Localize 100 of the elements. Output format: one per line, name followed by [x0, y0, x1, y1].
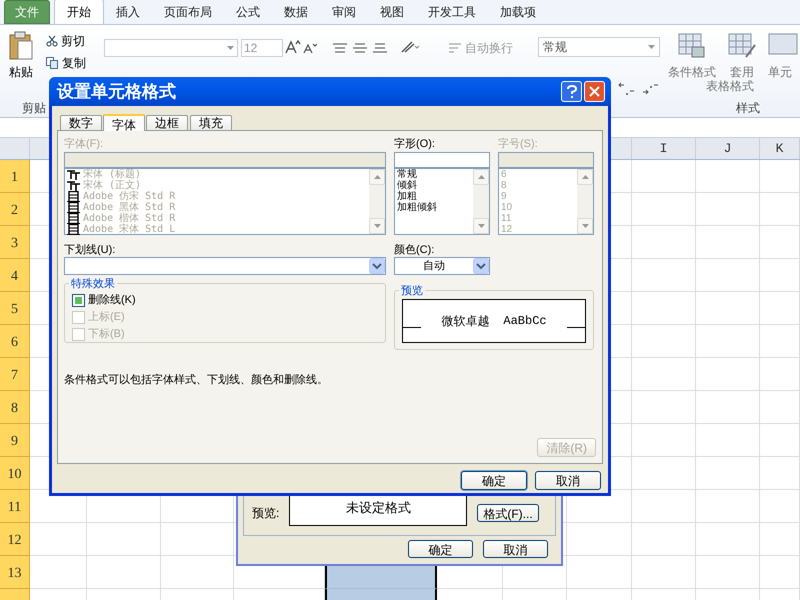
scroll-up-icon[interactable]	[478, 175, 484, 179]
row-header[interactable]: 6	[0, 325, 30, 358]
grid-cell[interactable]	[696, 391, 760, 424]
grid-cell[interactable]	[760, 259, 800, 292]
ribbon-tab[interactable]: 公式	[224, 0, 272, 24]
row-header[interactable]: 10	[0, 457, 30, 490]
row-header[interactable]: 4	[0, 259, 30, 292]
checkbox[interactable]	[72, 294, 85, 307]
grid-cell[interactable]	[760, 523, 800, 556]
font-name-combo[interactable]	[104, 39, 238, 57]
grid-cell[interactable]	[632, 160, 696, 193]
column-header[interactable]: I	[632, 138, 696, 159]
row-header[interactable]: 2	[0, 193, 30, 226]
format-button[interactable]: 格式(F)...	[477, 504, 539, 522]
list-item[interactable]: 加粗	[397, 191, 417, 202]
increase-decimal-icon[interactable]	[618, 82, 636, 96]
row-header[interactable]: 8	[0, 391, 30, 424]
grid-cell[interactable]	[760, 424, 800, 457]
row-header[interactable]: 9	[0, 424, 30, 457]
row-header[interactable]: 3	[0, 226, 30, 259]
cut-button[interactable]: 剪切	[46, 32, 85, 50]
column-header[interactable]: K	[760, 138, 800, 159]
grid-cell[interactable]	[567, 523, 632, 556]
scroll-down-icon[interactable]	[374, 224, 380, 228]
dropdown-arrow-icon[interactable]	[648, 45, 655, 49]
grid-cell[interactable]	[760, 160, 800, 193]
row-header[interactable]: 12	[0, 523, 30, 556]
grid-cell[interactable]	[161, 556, 234, 589]
grid-cell[interactable]	[760, 457, 800, 490]
scroll-up-button[interactable]	[369, 169, 385, 185]
grid-cell[interactable]	[696, 325, 760, 358]
grid-cell[interactable]	[632, 226, 696, 259]
shrink-font-icon[interactable]	[303, 42, 317, 54]
grid-cell[interactable]	[632, 292, 696, 325]
ribbon-tab[interactable]: 插入	[104, 0, 152, 24]
grid-cell[interactable]	[632, 358, 696, 391]
grid-cell[interactable]	[760, 391, 800, 424]
ribbon-tab[interactable]: 视图	[368, 0, 416, 24]
cell-styles-label[interactable]: 单元	[768, 63, 792, 81]
row-header[interactable]: 7	[0, 358, 30, 391]
dialog-button[interactable]: 取消	[535, 471, 601, 490]
grid-cell[interactable]	[632, 391, 696, 424]
scroll-up-icon[interactable]	[374, 175, 380, 179]
scroll-down-icon[interactable]	[478, 224, 484, 228]
grid-cell[interactable]	[632, 259, 696, 292]
dropdown-field[interactable]: 自动	[394, 257, 490, 275]
decrease-decimal-icon[interactable]	[642, 82, 660, 96]
grid-cell[interactable]	[760, 556, 800, 589]
grid-cell[interactable]	[632, 424, 696, 457]
grid-cell[interactable]	[760, 292, 800, 325]
grid-cell[interactable]	[632, 457, 696, 490]
grid-cell[interactable]	[632, 325, 696, 358]
grid-cell[interactable]	[760, 358, 800, 391]
scrollbar[interactable]	[369, 169, 385, 234]
copy-button[interactable]: 复制	[46, 54, 86, 72]
text-field[interactable]	[394, 152, 490, 168]
row-header[interactable]: 1	[0, 160, 30, 193]
grid-cell[interactable]	[87, 556, 161, 589]
ribbon-tab[interactable]: 开发工具	[416, 0, 488, 24]
ribbon-tab[interactable]: 开始	[54, 0, 104, 24]
grid-cell[interactable]	[696, 193, 760, 226]
grid-cell[interactable]	[760, 490, 800, 523]
list-box[interactable]: 常规 倾斜 加粗 加粗倾斜	[394, 168, 490, 235]
scroll-up-button[interactable]	[577, 169, 593, 185]
grid-cell[interactable]	[696, 160, 760, 193]
orientation-icon[interactable]	[400, 40, 420, 54]
align-bottom-icon[interactable]	[372, 43, 388, 53]
grid-cell[interactable]	[30, 523, 87, 556]
grow-font-icon[interactable]	[285, 40, 301, 54]
list-item[interactable]: 加粗倾斜	[397, 202, 437, 213]
close-button[interactable]	[584, 81, 605, 102]
grid-cell[interactable]	[30, 556, 87, 589]
scroll-down-button[interactable]	[369, 218, 385, 234]
column-header[interactable]: J	[696, 138, 760, 159]
help-button[interactable]	[561, 81, 582, 102]
dialog-button[interactable]: 取消	[483, 540, 548, 558]
ribbon-tab[interactable]: 数据	[272, 0, 320, 24]
align-top-icon[interactable]	[332, 43, 348, 53]
list-item[interactable]: 倾斜	[397, 180, 417, 191]
grid-cell[interactable]	[760, 325, 800, 358]
grid-cell[interactable]	[161, 523, 234, 556]
row-header[interactable]: 11	[0, 490, 30, 523]
dialog-button[interactable]: 确定	[461, 471, 527, 490]
scroll-up-button[interactable]	[473, 169, 489, 185]
grid-cell[interactable]	[567, 556, 632, 589]
grid-cell[interactable]	[696, 424, 760, 457]
grid-cell[interactable]	[632, 556, 696, 589]
dropdown-arrow-icon[interactable]	[227, 46, 234, 50]
grid-cell[interactable]	[632, 193, 696, 226]
grid-cell[interactable]	[696, 556, 760, 589]
scroll-down-icon[interactable]	[582, 224, 588, 228]
paste-button[interactable]: 粘贴	[9, 63, 33, 81]
scroll-down-button[interactable]	[577, 218, 593, 234]
dialog-tab[interactable]: 字体	[103, 114, 145, 131]
scrollbar[interactable]	[473, 169, 489, 234]
dialog-tab[interactable]: 边框	[146, 115, 188, 130]
grid-cell[interactable]	[760, 193, 800, 226]
grid-cell[interactable]	[696, 490, 760, 523]
row-header[interactable]: 13	[0, 556, 30, 589]
dialog-tab[interactable]: 填充	[190, 115, 232, 130]
